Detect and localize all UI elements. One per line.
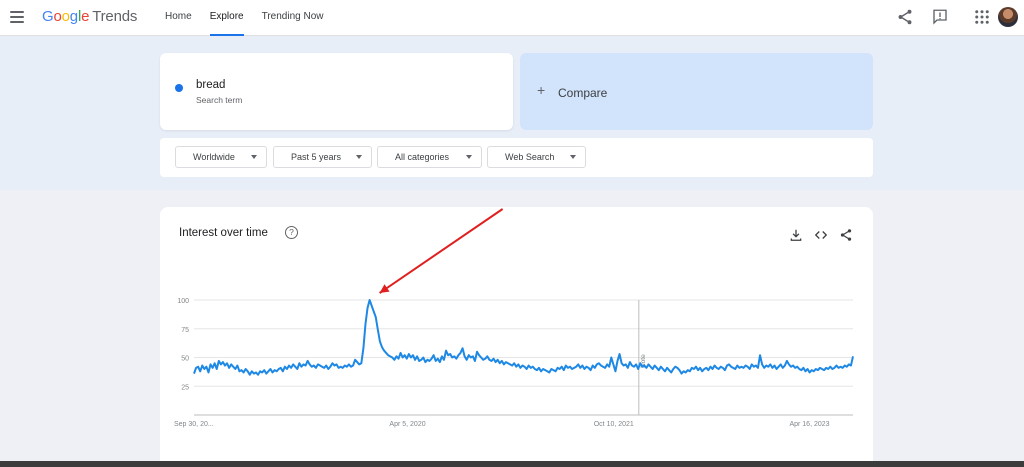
interest-over-time-card: Interest over time ? 100 75 50 25 Sep 30, 20…	[160, 207, 873, 467]
filter-bar: Worldwide Past 5 years All categories We…	[160, 138, 873, 177]
share-icon[interactable]	[896, 8, 914, 26]
annotation-arrow	[379, 208, 504, 294]
x-tick-label: Apr 16, 2023	[789, 421, 829, 428]
filter-category[interactable]: All categories	[377, 146, 482, 168]
filter-region[interactable]: Worldwide	[175, 146, 267, 168]
window-bottom-edge	[0, 461, 1024, 467]
search-term-caption: Search term	[196, 95, 243, 105]
series-color-dot	[175, 84, 183, 92]
search-term-card[interactable]: bread Search term	[160, 53, 513, 130]
main-nav: Home Explore Trending Now	[156, 0, 332, 36]
x-tick-label: Oct 10, 2021	[594, 421, 634, 428]
y-tick-label: 50	[181, 356, 189, 363]
series-line-bread[interactable]	[193, 299, 854, 376]
filter-search-type[interactable]: Web Search	[487, 146, 586, 168]
logo-google: Google	[42, 8, 90, 25]
y-tick-label: 25	[181, 384, 189, 391]
hamburger-menu-icon[interactable]	[10, 11, 24, 23]
y-tick-label: 75	[181, 327, 189, 334]
top-bar: Google Trends Home Explore Trending Now	[0, 0, 1024, 36]
filter-region-label: Worldwide	[193, 152, 235, 162]
dropdown-caret-icon	[356, 155, 362, 159]
filter-category-label: All categories	[395, 152, 450, 162]
filter-search-type-label: Web Search	[505, 152, 555, 162]
filter-time-range[interactable]: Past 5 years	[273, 146, 372, 168]
dropdown-caret-icon	[570, 155, 576, 159]
x-tick-label: Sep 30, 20...	[174, 421, 214, 428]
filter-time-label: Past 5 years	[291, 152, 342, 162]
x-tick-label: Apr 5, 2020	[389, 421, 425, 428]
google-trends-logo[interactable]: Google Trends	[42, 8, 137, 25]
logo-trends: Trends	[92, 8, 138, 25]
interest-line-chart: 100 75 50 25 Sep 30, 20... Apr 5, 2020 Oct 10,…	[174, 208, 854, 428]
search-term[interactable]: bread	[196, 79, 225, 91]
dropdown-caret-icon	[466, 155, 472, 159]
compare-label: Compare	[558, 86, 608, 100]
nav-home[interactable]: Home	[156, 0, 201, 36]
feedback-icon[interactable]	[931, 8, 949, 26]
compare-button[interactable]: + Compare	[520, 53, 873, 130]
apps-grid-icon[interactable]	[973, 8, 991, 26]
nav-trending-now[interactable]: Trending Now	[253, 0, 333, 36]
avatar[interactable]	[998, 7, 1018, 27]
dropdown-caret-icon	[251, 155, 257, 159]
plus-icon: +	[537, 82, 546, 98]
y-tick-label: 100	[177, 298, 189, 305]
nav-explore[interactable]: Explore	[201, 0, 253, 36]
annotation-arrow-head	[379, 284, 390, 293]
